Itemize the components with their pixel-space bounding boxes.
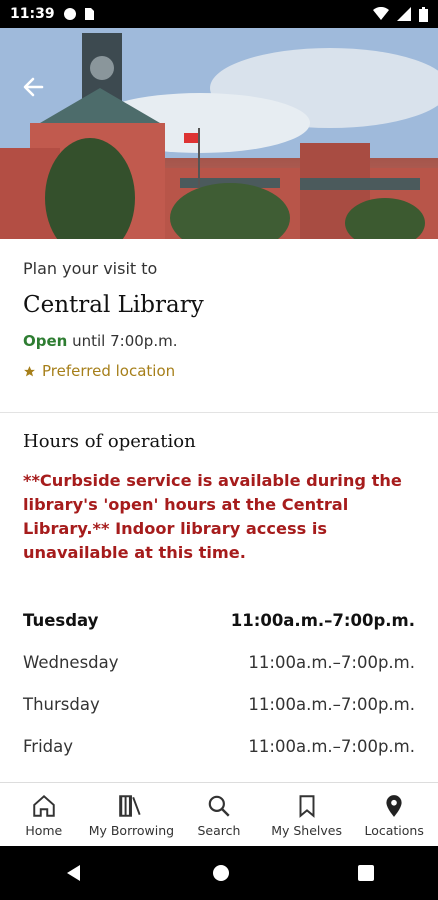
system-navigation-bar (0, 846, 438, 900)
plan-visit-label: Plan your visit to (23, 259, 158, 278)
nav-locations[interactable]: Locations (350, 783, 438, 847)
system-home-icon[interactable] (212, 864, 230, 882)
hours-time: 11:00a.m.–7:00p.m. (248, 736, 415, 756)
preferred-location-label: Preferred location (42, 362, 176, 380)
home-icon (33, 794, 55, 817)
system-back-icon[interactable] (64, 863, 84, 883)
hours-row: Wednesday 11:00a.m.–7:00p.m. (23, 641, 415, 683)
wifi-icon (373, 7, 389, 20)
open-until: until 7:00p.m. (67, 332, 178, 350)
location-title: Central Library (23, 292, 204, 318)
notification-icon (63, 8, 76, 20)
preferred-location[interactable]: Preferred location (23, 362, 438, 380)
nav-home-label: Home (25, 822, 63, 838)
battery-icon (419, 6, 428, 22)
hours-title: Hours of operation (23, 431, 196, 452)
library-photo (0, 28, 438, 239)
hours-time: 11:00a.m.–7:00p.m. (230, 610, 415, 630)
nav-my-shelves[interactable]: My Shelves (263, 783, 351, 847)
hours-day: Tuesday (23, 610, 99, 630)
hours-time: 11:00a.m.–7:00p.m. (248, 694, 415, 714)
hours-row: Thursday 11:00a.m.–7:00p.m. (23, 683, 415, 725)
hours-day: Thursday (23, 694, 100, 714)
location-details: Plan your visit to Central Library Open … (0, 239, 438, 756)
nav-search-label: Search (197, 822, 241, 838)
nav-my-borrowing[interactable]: My Borrowing (88, 783, 176, 847)
curbside-notice: **Curbside service is available during t… (23, 471, 402, 562)
hours-table: Tuesday 11:00a.m.–7:00p.m. Wednesday 11:… (23, 599, 415, 767)
bottom-navigation: Home My Borrowing Search My Shelves Loca… (0, 782, 438, 847)
bookmark-icon (299, 794, 315, 818)
status-bar: 11:39 (0, 0, 438, 28)
search-icon (208, 795, 230, 817)
open-status: Open (23, 332, 68, 350)
system-recents-icon[interactable] (358, 865, 374, 881)
nav-locations-label: Locations (364, 822, 424, 838)
arrow-left-icon (23, 77, 44, 97)
nav-my-borrowing-label: My Borrowing (88, 822, 175, 838)
nav-search[interactable]: Search (175, 783, 263, 847)
signal-icon (397, 7, 411, 21)
back-button[interactable] (18, 72, 48, 102)
status-time: 11:39 (10, 6, 55, 22)
hours-row: Tuesday 11:00a.m.–7:00p.m. (23, 599, 415, 641)
hours-time: 11:00a.m.–7:00p.m. (248, 652, 415, 672)
location-pin-icon (386, 794, 402, 817)
nav-home[interactable]: Home (0, 783, 88, 847)
open-status-line: Open until 7:00p.m. (23, 332, 438, 350)
hours-day: Friday (23, 736, 74, 756)
star-icon (24, 365, 35, 376)
hours-row: Friday 11:00a.m.–7:00p.m. (23, 725, 415, 767)
section-divider (0, 412, 438, 413)
hours-day: Wednesday (23, 652, 119, 672)
books-icon (119, 794, 141, 817)
library-building-image (0, 28, 438, 239)
sim-icon (84, 8, 94, 20)
nav-my-shelves-label: My Shelves (271, 822, 342, 838)
